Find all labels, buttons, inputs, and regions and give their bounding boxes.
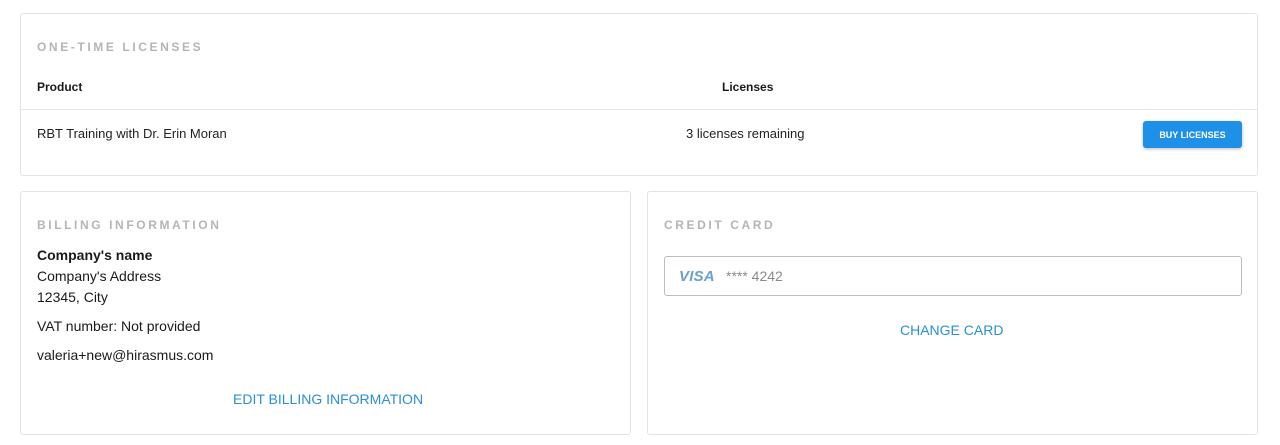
row-licenses-remaining: 3 licenses remaining	[686, 126, 805, 141]
credit-card-title: CREDIT CARD	[664, 218, 776, 232]
company-name: Company's name	[37, 247, 153, 263]
licenses-title: ONE-TIME LICENSES	[37, 40, 204, 54]
credit-card-card: CREDIT CARD VISA **** 4242 CHANGE CARD	[647, 191, 1258, 435]
table-divider	[21, 109, 1257, 110]
column-header-product: Product	[37, 80, 83, 94]
billing-card: BILLING INFORMATION Company's name Compa…	[20, 191, 631, 435]
vat-number: VAT number: Not provided	[37, 318, 201, 334]
company-address: Company's Address	[37, 268, 162, 284]
row-product: RBT Training with Dr. Erin Moran	[37, 126, 227, 141]
buy-licenses-button[interactable]: BUY LICENSES	[1143, 121, 1242, 148]
billing-email: valeria+new@hirasmus.com	[37, 347, 214, 363]
licenses-card: ONE-TIME LICENSES Product Licenses RBT T…	[20, 13, 1258, 176]
billing-title: BILLING INFORMATION	[37, 218, 222, 232]
column-header-licenses: Licenses	[722, 80, 774, 94]
visa-icon: VISA	[679, 268, 715, 285]
card-display-field: VISA **** 4242	[664, 256, 1242, 296]
change-card-button[interactable]: CHANGE CARD	[900, 322, 1003, 338]
edit-billing-button[interactable]: EDIT BILLING INFORMATION	[233, 391, 423, 407]
company-city: 12345, City	[37, 289, 108, 305]
card-number: **** 4242	[726, 268, 783, 284]
